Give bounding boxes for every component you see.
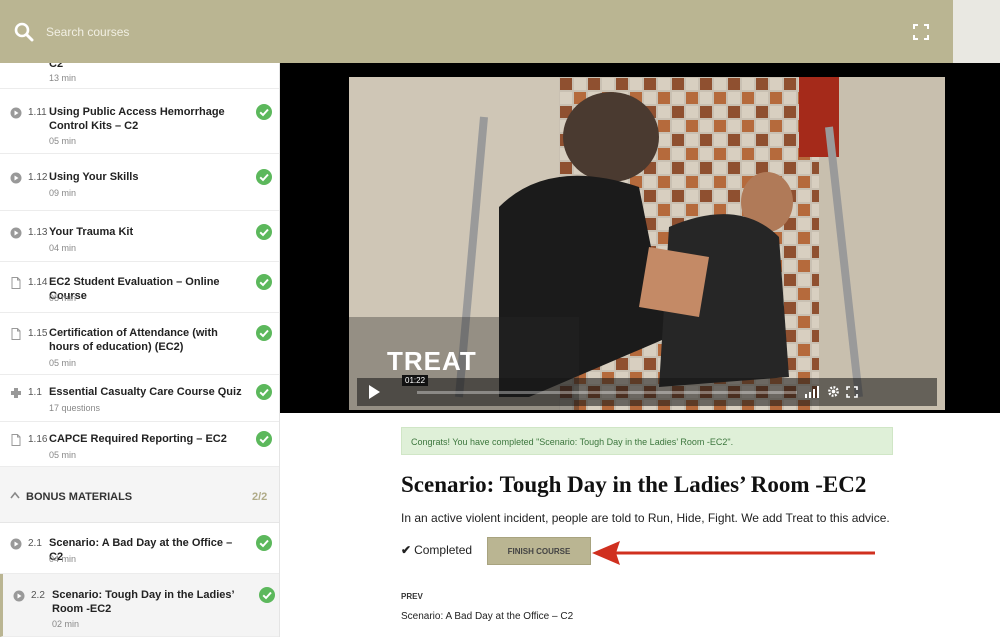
lesson-number: 1.15: [28, 328, 48, 339]
lesson-number: 2.1: [28, 538, 42, 549]
completed-check-icon: [256, 535, 272, 551]
lesson-title: Scenario: A Bad Day at the Office – C2: [49, 537, 233, 563]
completed-check-icon: [256, 431, 272, 447]
play-icon[interactable]: [366, 384, 382, 400]
chevron-up-icon[interactable]: [10, 491, 20, 499]
lesson-item[interactable]: 1.1 Essential Casualty Care Course Quiz 17…: [0, 375, 279, 422]
lesson-title: C2: [49, 63, 64, 70]
puzzle-icon: [10, 386, 22, 398]
checkmark-icon: ✔: [401, 543, 412, 557]
lesson-item[interactable]: 1.11 Using Public Access Hemorrhage Contr…: [0, 89, 279, 154]
completed-check-icon: [256, 224, 272, 240]
lesson-duration: 04 min: [49, 554, 77, 564]
completed-check-icon: [259, 587, 275, 603]
lesson-title: Your Trauma Kit: [49, 226, 134, 238]
red-arrow-annotation: [592, 541, 875, 565]
lesson-title: Essential Casualty Care Course Quiz: [49, 386, 242, 398]
play-circle-icon: [10, 106, 22, 119]
prev-lesson-link[interactable]: Scenario: A Bad Day at the Office – C2: [401, 611, 573, 622]
lesson-number: 1.1: [28, 387, 42, 398]
lesson-duration: 04 min: [49, 243, 77, 253]
completed-check-icon: [256, 274, 272, 290]
lesson-duration: 05 min: [49, 450, 77, 460]
lesson-item[interactable]: 1.14 EC2 Student Evaluation – Online Cour…: [0, 262, 279, 313]
expand-icon[interactable]: [846, 386, 858, 398]
finish-course-button[interactable]: FINISH COURSE: [487, 537, 591, 565]
lesson-duration: 13 min: [49, 73, 77, 83]
lesson-duration: 02 min: [52, 619, 80, 629]
lesson-duration: 05 min: [49, 358, 77, 368]
lesson-item[interactable]: 1.12 Using Your Skills 09 min: [0, 154, 279, 211]
section-label: BONUS MATERIALS: [26, 491, 133, 503]
gear-icon[interactable]: [827, 385, 840, 398]
lesson-title: Scenario: Tough Day in the Ladies’ Room …: [52, 589, 234, 615]
lesson-number: 1.14: [28, 277, 48, 288]
lesson-item[interactable]: 1.16 CAPCE Required Reporting – EC2 05 min: [0, 422, 279, 467]
video-progress-bar[interactable]: [417, 391, 797, 394]
lesson-number: 1.11: [28, 107, 47, 118]
completed-check-icon: [256, 169, 272, 185]
completed-check-icon: [256, 325, 272, 341]
prev-label: PREV: [401, 592, 423, 601]
play-circle-icon: [13, 589, 25, 602]
volume-icon[interactable]: [804, 386, 820, 398]
completed-status: ✔ Completed: [401, 543, 472, 557]
lesson-title: Using Public Access Hemorrhage Control K…: [49, 106, 225, 132]
search-icon[interactable]: [14, 22, 34, 42]
lesson-number: 2.2: [31, 590, 45, 601]
video-overlay-text: TREAT: [387, 346, 477, 376]
section-bonus-materials[interactable]: BONUS MATERIALS 2/2: [0, 467, 279, 523]
section-count: 2/2: [252, 491, 268, 503]
document-icon: [10, 276, 22, 289]
lesson-item[interactable]: 2.2 Scenario: Tough Day in the Ladies’ Ro…: [0, 574, 279, 637]
curriculum-sidebar: C2 13 min 1.11 Using Public Access Hemorr…: [0, 63, 280, 637]
video-controls: 01:22: [357, 375, 937, 406]
lesson-duration: 17 questions: [49, 403, 101, 413]
document-icon: [10, 327, 22, 340]
play-circle-icon: [10, 171, 22, 184]
lesson-item[interactable]: 1.15 Certification of Attendance (with ho…: [0, 313, 279, 375]
lesson-duration: 05 min: [49, 136, 77, 146]
lesson-number: 1.12: [28, 172, 48, 183]
page-title: Scenario: Tough Day in the Ladies’ Room …: [401, 472, 867, 497]
play-circle-icon: [10, 226, 22, 239]
completed-check-icon: [256, 384, 272, 400]
lesson-item[interactable]: 1.13 Your Trauma Kit 04 min: [0, 211, 279, 262]
lesson-number: 1.16: [28, 434, 48, 445]
lesson-item[interactable]: 2.1 Scenario: A Bad Day at the Office – C…: [0, 523, 279, 574]
completion-notice: Congrats! You have completed "Scenario: …: [401, 427, 893, 455]
lesson-duration: 05 min: [49, 293, 77, 303]
lesson-number: 1.13: [28, 227, 48, 238]
document-icon: [10, 433, 22, 446]
lesson-title: Certification of Attendance (with hours …: [49, 327, 218, 353]
top-bar: [0, 0, 953, 63]
play-circle-icon: [10, 537, 22, 550]
lesson-title: EC2 Student Evaluation – Online Course: [49, 276, 220, 302]
lesson-description: In an active violent incident, people ar…: [401, 511, 890, 525]
video-time: 01:22: [402, 375, 429, 386]
lesson-item-partial[interactable]: C2 13 min: [0, 63, 279, 89]
fullscreen-icon[interactable]: [913, 24, 929, 40]
completed-check-icon: [256, 104, 272, 120]
completed-label: Completed: [414, 543, 473, 557]
lesson-title: Using Your Skills: [49, 171, 139, 183]
lesson-duration: 09 min: [49, 188, 77, 198]
search-input[interactable]: [46, 22, 446, 42]
topbar-corner: [953, 0, 1000, 63]
lesson-title: CAPCE Required Reporting – EC2: [49, 433, 227, 445]
